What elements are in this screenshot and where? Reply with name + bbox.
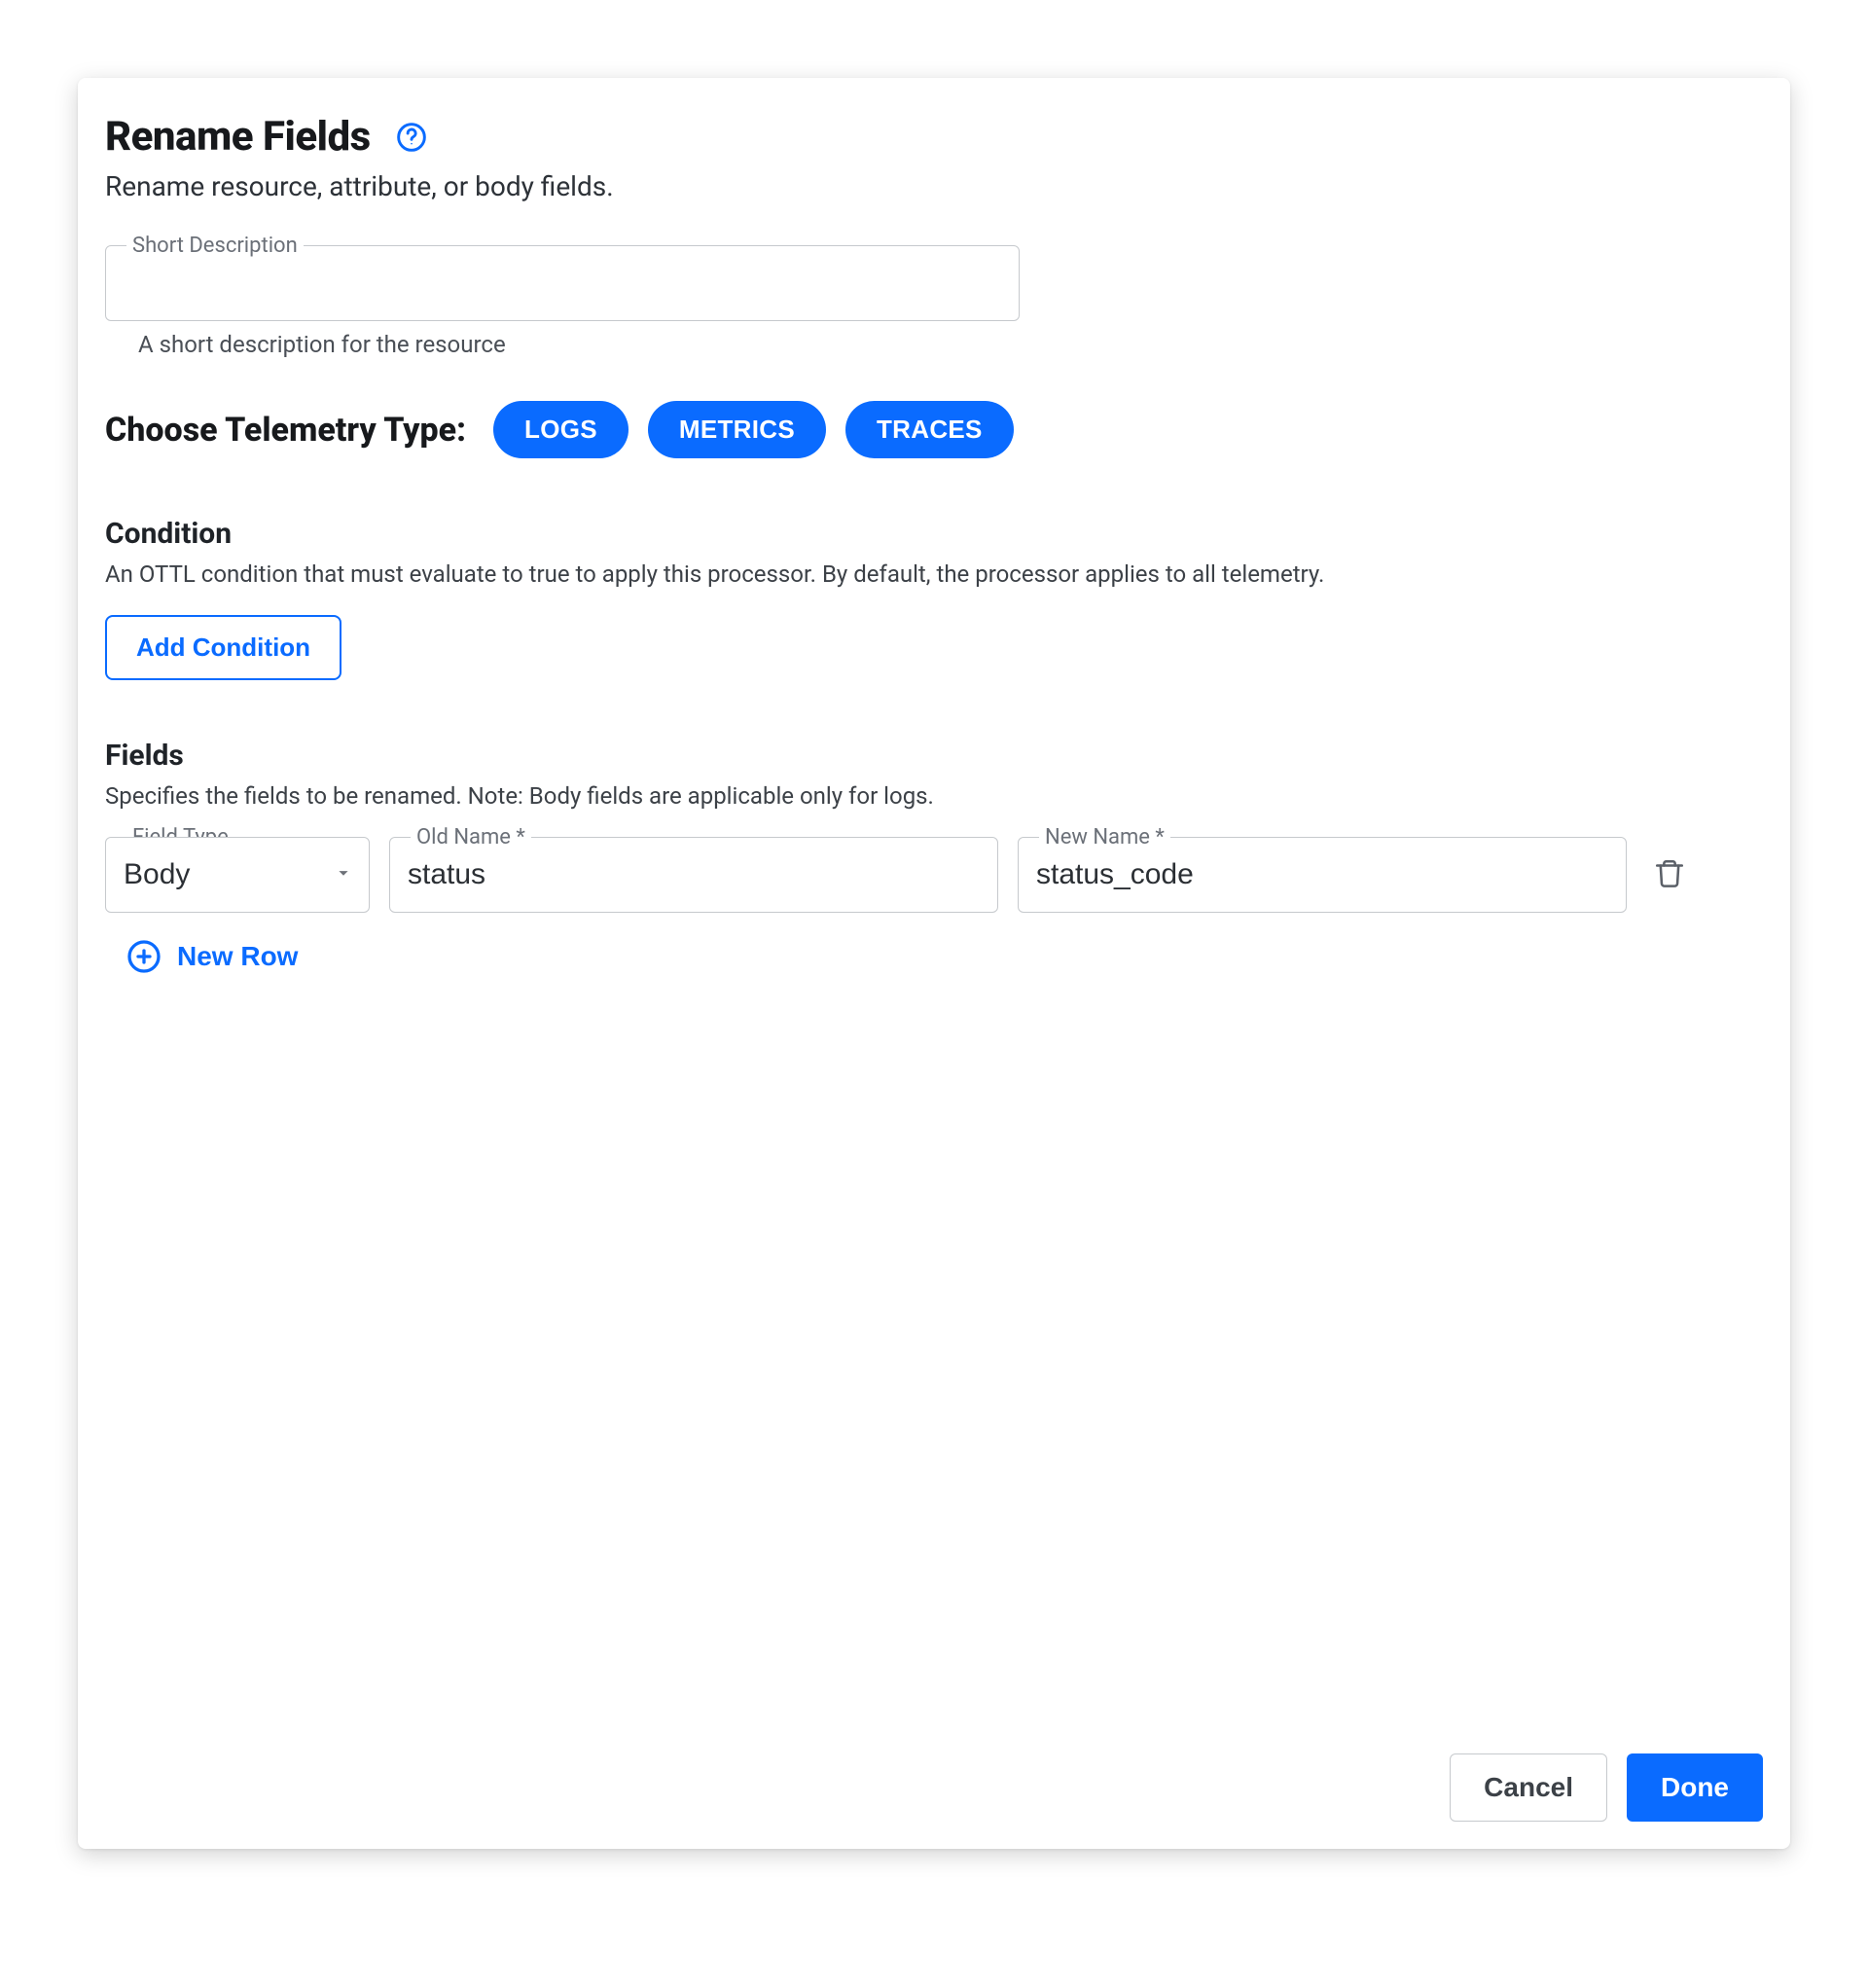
fields-desc: Specifies the fields to be renamed. Note… <box>105 782 1771 810</box>
trash-icon <box>1653 879 1686 893</box>
scrollbar-track <box>1775 113 1782 1730</box>
short-description-field: Short Description <box>105 245 1020 321</box>
telemetry-label: Choose Telemetry Type: <box>105 411 466 450</box>
fields-row: Field Type Old Name * <box>105 837 1771 913</box>
dialog-title: Rename Fields <box>105 113 371 161</box>
title-row: Rename Fields <box>105 113 1771 161</box>
condition-section: Condition An OTTL condition that must ev… <box>105 517 1771 680</box>
fields-section: Fields Specifies the fields to be rename… <box>105 739 1771 978</box>
condition-desc: An OTTL condition that must evaluate to … <box>105 560 1771 588</box>
fields-title: Fields <box>105 739 1771 773</box>
add-condition-button[interactable]: Add Condition <box>105 615 341 680</box>
telemetry-chip-traces[interactable]: TRACES <box>845 401 1014 458</box>
cancel-button[interactable]: Cancel <box>1450 1753 1607 1822</box>
telemetry-chip-logs[interactable]: LOGS <box>493 401 629 458</box>
old-name-label: Old Name * <box>411 825 531 849</box>
row-action-col <box>1646 837 1693 913</box>
old-name-col: Old Name * <box>389 837 998 913</box>
new-name-col: New Name * <box>1018 837 1627 913</box>
telemetry-chip-metrics[interactable]: METRICS <box>648 401 826 458</box>
add-row-label: New Row <box>177 941 298 972</box>
dialog-body: Rename Fields Rename resource, attribute… <box>78 78 1790 1730</box>
done-button[interactable]: Done <box>1627 1753 1763 1822</box>
field-type-select[interactable] <box>105 837 370 913</box>
new-name-label: New Name * <box>1039 825 1170 849</box>
short-description-label: Short Description <box>126 234 304 258</box>
short-description-helper: A short description for the resource <box>138 331 1771 358</box>
dialog-footer: Cancel Done <box>78 1730 1790 1849</box>
dialog-subtitle: Rename resource, attribute, or body fiel… <box>105 170 1771 202</box>
plus-circle-icon <box>126 939 162 974</box>
condition-title: Condition <box>105 517 1771 551</box>
telemetry-chips: LOGS METRICS TRACES <box>493 401 1014 458</box>
delete-row-button[interactable] <box>1647 851 1692 899</box>
add-row-button[interactable]: New Row <box>121 938 304 975</box>
help-icon[interactable] <box>396 122 427 153</box>
dialog-rename-fields: Rename Fields Rename resource, attribute… <box>78 78 1790 1849</box>
telemetry-row: Choose Telemetry Type: LOGS METRICS TRAC… <box>105 401 1771 458</box>
field-type-col: Field Type <box>105 837 370 913</box>
scrollbar-thumb[interactable] <box>1775 113 1782 288</box>
